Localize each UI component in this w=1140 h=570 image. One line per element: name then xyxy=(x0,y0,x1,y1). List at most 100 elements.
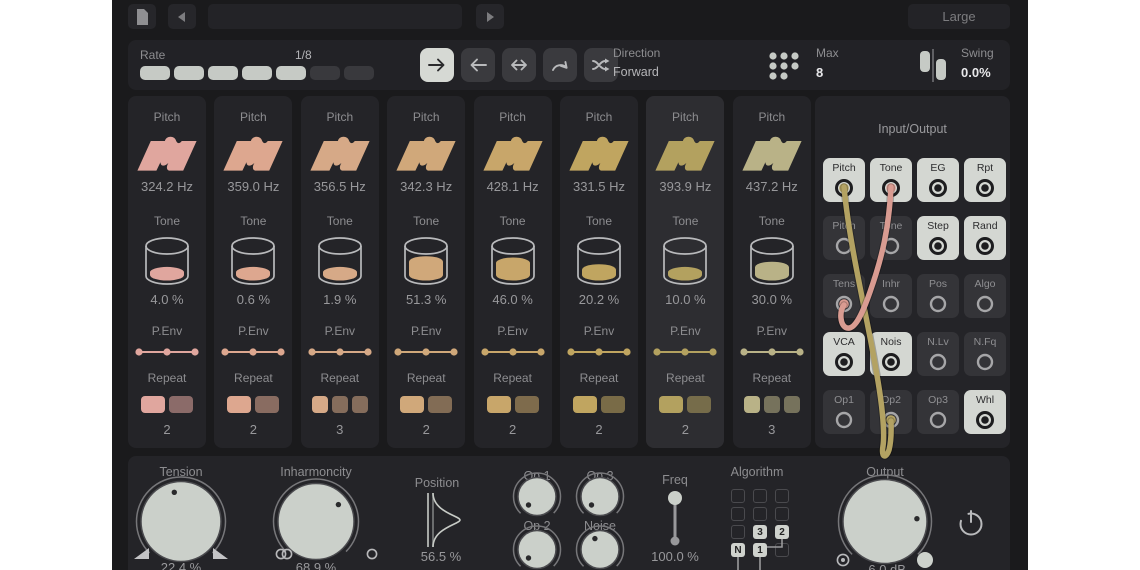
repeat-block xyxy=(515,396,539,413)
window-size-button[interactable]: Large xyxy=(908,4,1010,29)
algo-slot-r1c1[interactable] xyxy=(731,489,745,503)
pitch-wave-control[interactable] xyxy=(568,130,630,176)
preset-next-button[interactable] xyxy=(476,4,504,29)
max-steps-icon[interactable] xyxy=(767,51,801,81)
io-jack-label: N.Lv xyxy=(917,336,959,348)
swing-value: 0.0% xyxy=(961,65,991,80)
arrow-right-icon xyxy=(484,11,496,23)
tone-cup-control[interactable] xyxy=(225,234,281,288)
io-jack-op1-r5[interactable]: Op1 xyxy=(823,390,865,434)
swing-icon[interactable] xyxy=(919,49,947,83)
pitch-wave-control[interactable] xyxy=(741,130,803,176)
jack-socket-icon xyxy=(831,407,857,433)
rate-pill-1[interactable] xyxy=(140,66,170,80)
pitch-env-control[interactable] xyxy=(739,345,805,359)
pitch-env-control[interactable] xyxy=(220,345,286,359)
pitch-wave-control[interactable] xyxy=(309,130,371,176)
tone-value: 1.9 % xyxy=(301,292,379,307)
power-icon[interactable] xyxy=(955,507,987,539)
io-jack-pitch-r1[interactable]: Pitch xyxy=(823,158,865,202)
repeat-blocks-control[interactable] xyxy=(733,396,811,418)
io-jack-nlv-r4[interactable]: N.Lv xyxy=(917,332,959,376)
transport-strip: Rate 1/8 Direction Forward Max 8 Swing 0… xyxy=(128,40,1010,90)
io-jack-algo-r3[interactable]: Algo xyxy=(964,274,1006,318)
jack-socket-icon xyxy=(925,175,951,201)
direction-forward-icon xyxy=(425,53,449,77)
repeat-blocks-control[interactable] xyxy=(560,396,638,418)
max-value: 8 xyxy=(816,65,823,80)
limiter-dot[interactable] xyxy=(917,552,933,568)
pitch-wave-control[interactable] xyxy=(395,130,457,176)
rate-pill-3[interactable] xyxy=(208,66,238,80)
pitch-env-control[interactable] xyxy=(134,345,200,359)
max-label: Max xyxy=(816,46,839,60)
tone-cup-control[interactable] xyxy=(571,234,627,288)
rate-pill-7[interactable] xyxy=(344,66,374,80)
repeat-blocks-control[interactable] xyxy=(387,396,465,418)
io-jack-nois-r4[interactable]: Nois xyxy=(870,332,912,376)
io-jack-tone-r1[interactable]: Tone xyxy=(870,158,912,202)
preset-name-field[interactable] xyxy=(208,4,462,29)
io-jack-pitch-r2[interactable]: Pitch xyxy=(823,216,865,260)
pitch-env-control[interactable] xyxy=(307,345,373,359)
io-jack-tens-r3[interactable]: Tens xyxy=(823,274,865,318)
tone-cup-control[interactable] xyxy=(312,234,368,288)
pitch-env-control[interactable] xyxy=(480,345,546,359)
direction-forward-button[interactable] xyxy=(420,48,454,82)
io-jack-label: Op1 xyxy=(823,394,865,406)
repeat-blocks-control[interactable] xyxy=(301,396,379,418)
pitch-wave-control[interactable] xyxy=(482,130,544,176)
tone-label: Tone xyxy=(214,214,292,228)
io-jack-eg-r1[interactable]: EG xyxy=(917,158,959,202)
repeat-label: Repeat xyxy=(474,371,552,385)
algo-slot-r1c2[interactable] xyxy=(753,489,767,503)
position-value: 56.5 % xyxy=(421,549,461,564)
direction-pingpong-button[interactable] xyxy=(502,48,536,82)
pitch-wave-control[interactable] xyxy=(136,130,198,176)
rate-pill-2[interactable] xyxy=(174,66,204,80)
repeat-blocks-control[interactable] xyxy=(646,396,724,418)
repeat-blocks-control[interactable] xyxy=(474,396,552,418)
pitch-label: Pitch xyxy=(733,110,811,124)
rate-pill-4[interactable] xyxy=(242,66,272,80)
tone-cup-control[interactable] xyxy=(139,234,195,288)
io-jack-inhr-r3[interactable]: Inhr xyxy=(870,274,912,318)
io-jack-rand-r2[interactable]: Rand xyxy=(964,216,1006,260)
preset-menu-button[interactable] xyxy=(128,4,156,29)
jack-socket-icon xyxy=(972,233,998,259)
io-jack-whl-r5[interactable]: Whl xyxy=(964,390,1006,434)
noise-knob[interactable] xyxy=(574,524,626,570)
rate-pill-6[interactable] xyxy=(310,66,340,80)
repeat-block xyxy=(227,396,251,413)
pitch-env-control[interactable] xyxy=(652,345,718,359)
pitch-wave-control[interactable] xyxy=(222,130,284,176)
io-jack-op2-r5[interactable]: Op2 xyxy=(870,390,912,434)
preset-prev-button[interactable] xyxy=(168,4,196,29)
pitch-env-control[interactable] xyxy=(393,345,459,359)
repeat-block xyxy=(400,396,424,413)
freq-slider[interactable] xyxy=(664,490,686,548)
tone-cup-control[interactable] xyxy=(657,234,713,288)
tone-cup-control[interactable] xyxy=(398,234,454,288)
io-jack-tone-r2[interactable]: Tone xyxy=(870,216,912,260)
synth-plugin-window: Large Rate 1/8 Direction Forward Max 8 S… xyxy=(112,0,1028,570)
position-pluck-icon[interactable] xyxy=(424,492,466,548)
io-jack-step-r2[interactable]: Step xyxy=(917,216,959,260)
direction-pendulum-button[interactable] xyxy=(543,48,577,82)
algo-slot-r1c3[interactable] xyxy=(775,489,789,503)
io-jack-pos-r3[interactable]: Pos xyxy=(917,274,959,318)
io-jack-rpt-r1[interactable]: Rpt xyxy=(964,158,1006,202)
io-jack-op3-r5[interactable]: Op3 xyxy=(917,390,959,434)
step-column-1: Pitch324.2 HzTone4.0 %P.EnvRepeat2 xyxy=(128,96,206,448)
repeat-blocks-control[interactable] xyxy=(128,396,206,418)
io-jack-vca-r4[interactable]: VCA xyxy=(823,332,865,376)
pitch-wave-control[interactable] xyxy=(654,130,716,176)
repeat-blocks-control[interactable] xyxy=(214,396,292,418)
direction-backward-button[interactable] xyxy=(461,48,495,82)
io-jack-nfq-r4[interactable]: N.Fq xyxy=(964,332,1006,376)
tone-cup-control[interactable] xyxy=(485,234,541,288)
tone-cup-control[interactable] xyxy=(744,234,800,288)
pitch-env-control[interactable] xyxy=(566,345,632,359)
op2-knob[interactable] xyxy=(511,524,563,570)
rate-pill-5[interactable] xyxy=(276,66,306,80)
